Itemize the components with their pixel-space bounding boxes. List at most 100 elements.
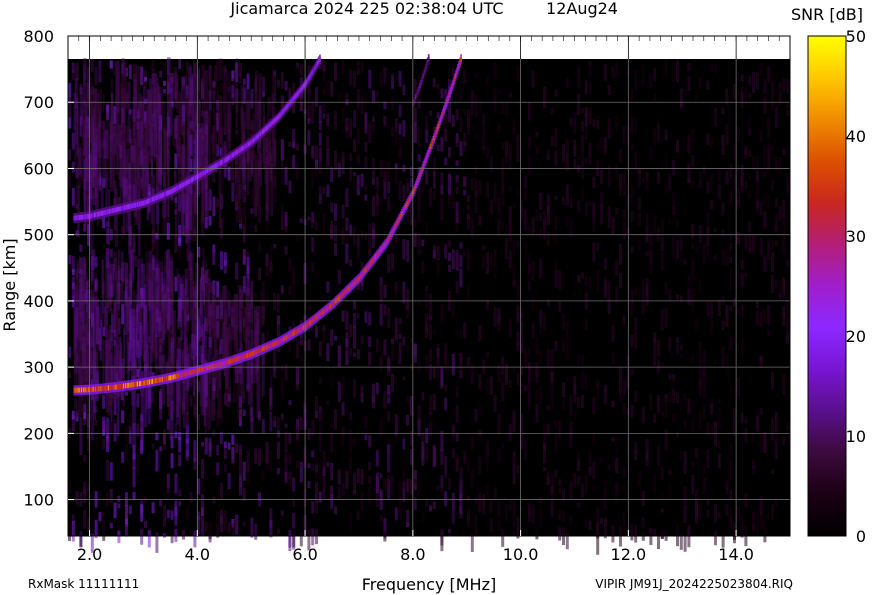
noise-cell — [527, 136, 531, 149]
noise-cell — [653, 474, 657, 495]
noise-cell — [486, 256, 489, 270]
noise-cell — [444, 456, 448, 478]
spread-f-cell — [156, 286, 160, 311]
noise-cell — [546, 423, 550, 436]
noise-cell — [292, 499, 296, 508]
noise-cell — [695, 91, 698, 103]
spread-f-cell — [97, 311, 101, 348]
noise-cell — [280, 159, 284, 172]
spread-f-cell — [211, 353, 214, 401]
noise-cell — [535, 403, 539, 423]
noise-cell — [455, 433, 459, 442]
noise-cell — [653, 413, 657, 424]
noise-cell — [318, 132, 322, 146]
noise-cell — [546, 476, 550, 486]
noise-cell — [778, 293, 782, 299]
noise-cell — [368, 69, 372, 89]
noise-cell — [592, 214, 596, 232]
spread-f-cell — [183, 302, 189, 358]
noise-cell — [729, 268, 733, 290]
noise-cell — [288, 285, 292, 295]
noise-cell — [79, 417, 83, 436]
noise-cell — [562, 340, 565, 353]
noise-cell — [657, 446, 660, 467]
noise-cell — [486, 75, 489, 84]
noise-cell — [425, 354, 429, 372]
noise-cell — [334, 336, 337, 341]
noise-cell — [615, 260, 619, 277]
noise-cell — [79, 244, 83, 252]
noise-cell — [638, 212, 641, 227]
noise-cell — [539, 212, 543, 221]
noise-cell — [554, 420, 558, 429]
spread-f-cell — [149, 93, 151, 115]
colorbar-tick-label: 50 — [846, 27, 866, 46]
noise-cell — [607, 281, 611, 300]
noise-cell — [524, 347, 527, 367]
noise-cell — [706, 246, 710, 258]
noise-cell — [767, 117, 771, 139]
spread-f-cell — [174, 193, 178, 238]
noise-cell — [436, 144, 440, 152]
noise-cell — [672, 192, 676, 213]
noise-cell — [383, 284, 387, 299]
x-tick-label: 8.0 — [400, 545, 425, 564]
noise-cell — [269, 243, 273, 260]
noise-cell — [318, 105, 322, 123]
noise-cell — [755, 77, 759, 90]
noise-cell — [455, 187, 459, 194]
noise-cell — [615, 61, 619, 77]
noise-cell — [307, 299, 311, 311]
noise-cell — [687, 76, 691, 92]
noise-cell — [387, 196, 391, 212]
noise-cell — [535, 209, 539, 221]
noise-cell — [562, 395, 565, 411]
noise-cell — [379, 199, 383, 207]
spread-f-cell — [161, 86, 164, 115]
noise-cell — [474, 497, 478, 505]
noise-cell — [360, 474, 364, 479]
noise-cell — [550, 349, 554, 370]
y-tick-label: 500 — [23, 226, 54, 245]
noise-cell — [71, 269, 75, 275]
noise-cell — [311, 237, 315, 253]
noise-cell — [379, 276, 383, 285]
noise-cell — [622, 485, 626, 492]
noise-cell — [740, 304, 744, 311]
noise-cell — [341, 435, 345, 447]
noise-cell — [71, 410, 75, 420]
spread-f-cell — [183, 122, 185, 161]
noise-cell — [744, 181, 748, 189]
noise-cell — [558, 479, 562, 486]
x-tick-label: 6.0 — [292, 545, 317, 564]
noise-cell — [676, 337, 679, 344]
noise-cell — [368, 475, 372, 484]
noise-cell — [664, 429, 668, 450]
noise-cell — [698, 410, 702, 430]
noise-cell — [307, 463, 311, 469]
noise-cell — [368, 486, 372, 506]
noise-cell — [383, 116, 387, 126]
spread-f-cell — [114, 309, 119, 373]
noise-cell — [763, 432, 767, 454]
noise-cell — [714, 530, 717, 546]
noise-cell — [558, 527, 562, 541]
y-tick-label: 300 — [23, 358, 54, 377]
noise-cell — [417, 232, 421, 246]
noise-cell — [448, 107, 451, 123]
noise-cell — [140, 529, 144, 545]
noise-cell — [280, 140, 284, 161]
noise-cell — [379, 473, 383, 478]
noise-cell — [679, 400, 683, 409]
noise-cell — [733, 144, 736, 160]
noise-cell — [755, 170, 759, 181]
spread-f-cell — [167, 57, 171, 76]
noise-cell — [163, 533, 166, 538]
noise-cell — [208, 535, 212, 543]
noise-cell — [539, 192, 543, 211]
noise-cell — [429, 421, 432, 436]
noise-cell — [235, 514, 239, 535]
noise-cell — [299, 218, 303, 224]
noise-cell — [341, 483, 345, 496]
noise-cell — [634, 391, 638, 402]
